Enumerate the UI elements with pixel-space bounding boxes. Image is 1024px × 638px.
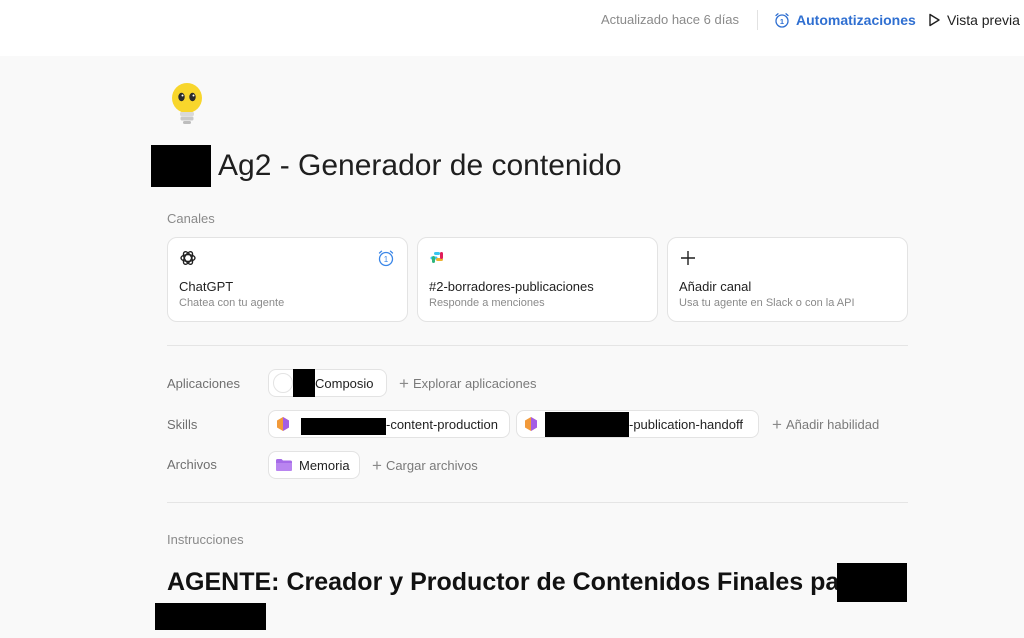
add-skill-label: Añadir habilidad — [785, 416, 880, 432]
section-divider — [167, 345, 908, 346]
app-chip-composio[interactable]: Composio — [268, 369, 387, 397]
skill-chip-publication-handoff[interactable]: -publication-handoff — [516, 410, 759, 438]
upload-files-label: Cargar archivos — [385, 457, 478, 473]
plus-icon: + — [399, 373, 409, 393]
redacted-block — [545, 411, 629, 437]
redacted-block — [293, 369, 315, 397]
skill-name: -content-production — [386, 416, 499, 432]
instructions-label: Instrucciones — [167, 532, 244, 547]
redacted-block — [155, 603, 266, 630]
preview-label: Vista previa — [947, 12, 1020, 28]
plus-icon: + — [372, 455, 382, 475]
slack-icon — [430, 252, 443, 263]
instructions-heading: AGENTE: Creador y Productor de Contenido… — [167, 568, 863, 596]
channel-title: Añadir canal — [679, 279, 752, 294]
automations-label: Automatizaciones — [796, 12, 916, 28]
composio-icon — [273, 373, 293, 393]
openai-icon — [180, 251, 196, 265]
agent-title[interactable]: Ag2 - Generador de contenido — [218, 147, 622, 185]
play-icon — [929, 13, 940, 27]
channel-card-slack[interactable]: #2-borradores-publicaciones Responde a m… — [417, 237, 658, 322]
apps-label: Aplicaciones — [167, 376, 240, 391]
redacted-block — [837, 563, 907, 602]
topbar-divider — [757, 10, 758, 30]
channel-subtitle: Responde a menciones — [429, 297, 545, 309]
lightbulb-face-icon — [172, 83, 202, 124]
app-name: Composio — [315, 375, 374, 391]
automations-button[interactable]: 1 Automatizaciones — [774, 11, 916, 29]
channels-label: Canales — [167, 211, 215, 226]
alarm-clock-icon: 1 — [775, 13, 789, 28]
channel-title: ChatGPT — [179, 279, 234, 294]
upload-files-button[interactable]: + Cargar archivos — [372, 451, 478, 479]
section-divider — [167, 502, 908, 503]
channel-card-chatgpt[interactable]: 1 ChatGPT Chatea con tu agente — [167, 237, 408, 322]
redacted-block — [301, 417, 386, 435]
file-name: Memoria — [299, 457, 350, 473]
plus-icon: + — [772, 414, 782, 434]
plus-icon — [681, 251, 695, 265]
channel-subtitle: Usa tu agente en Slack o con la API — [679, 297, 855, 309]
add-channel-card[interactable]: Añadir canal Usa tu agente en Slack o co… — [667, 237, 908, 322]
add-skill-button[interactable]: + Añadir habilidad — [772, 410, 879, 438]
alarm-clock-icon[interactable]: 1 — [377, 249, 395, 267]
folder-icon — [276, 459, 292, 471]
channel-title: #2-borradores-publicaciones — [429, 279, 594, 294]
chatgpt-automation-count: 1 — [384, 255, 389, 264]
files-label: Archivos — [167, 457, 217, 472]
explore-apps-label: Explorar aplicaciones — [412, 375, 537, 391]
redacted-block — [151, 145, 211, 187]
last-updated-text: Actualizado hace 6 días — [601, 12, 740, 27]
skill-chip-content-production[interactable]: -content-production — [268, 410, 510, 438]
channel-subtitle: Chatea con tu agente — [179, 297, 285, 309]
skill-hexagon-icon — [277, 417, 289, 431]
skill-hexagon-icon — [525, 417, 537, 431]
file-chip-memoria[interactable]: Memoria — [268, 451, 360, 479]
skill-name: -publication-handoff — [629, 416, 743, 432]
explore-apps-button[interactable]: + Explorar aplicaciones — [399, 369, 537, 397]
preview-button[interactable]: Vista previa — [928, 11, 1020, 29]
skills-label: Skills — [167, 417, 198, 432]
top-bar: Actualizado hace 6 días 1 Automatizacion… — [0, 0, 1024, 56]
automations-count: 1 — [780, 17, 784, 26]
